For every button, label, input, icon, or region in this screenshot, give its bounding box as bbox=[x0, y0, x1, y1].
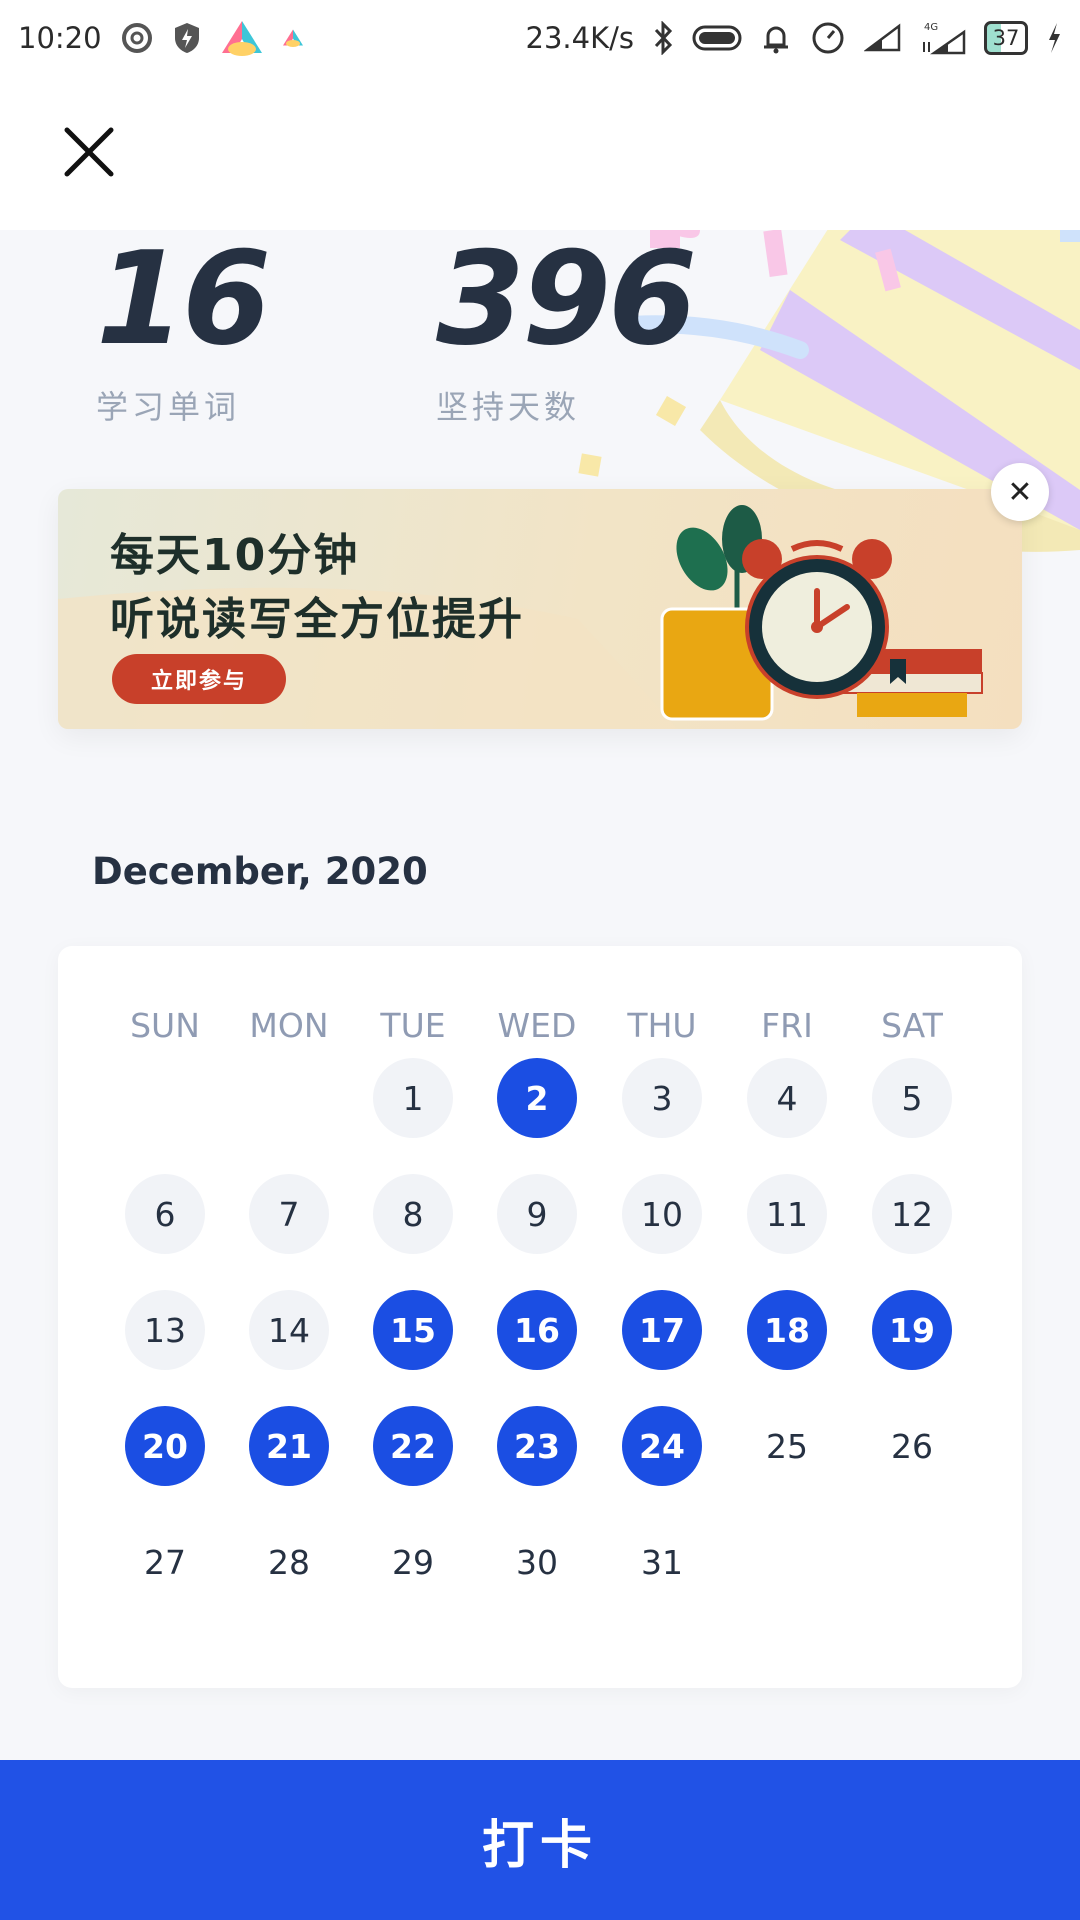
words-label: 学习单词 bbox=[96, 388, 241, 426]
status-left: 10:20 bbox=[18, 19, 304, 57]
calendar-day-18[interactable]: 18 bbox=[747, 1290, 827, 1370]
calendar-day-1[interactable]: 1 bbox=[373, 1058, 453, 1138]
header bbox=[0, 75, 1080, 230]
shield-icon bbox=[172, 21, 202, 55]
calendar-day-5[interactable]: 5 bbox=[872, 1058, 952, 1138]
calendar-day-10[interactable]: 10 bbox=[622, 1174, 702, 1254]
calendar-day-31[interactable]: 31 bbox=[622, 1522, 702, 1602]
calendar-day-17[interactable]: 17 bbox=[622, 1290, 702, 1370]
net-speed: 23.4K/s bbox=[525, 20, 634, 55]
calendar-day-24[interactable]: 24 bbox=[622, 1406, 702, 1486]
app-logo-small-icon bbox=[282, 28, 304, 48]
weekday-fri: FRI bbox=[761, 1006, 813, 1045]
calendar-day-2[interactable]: 2 bbox=[497, 1058, 577, 1138]
banner-close-button[interactable]: ✕ bbox=[991, 463, 1049, 521]
alarm-clock-icon bbox=[810, 20, 846, 56]
calendar-day-8[interactable]: 8 bbox=[373, 1174, 453, 1254]
words-stat: 16 学习单词 bbox=[96, 230, 271, 428]
calendar-day-22[interactable]: 22 bbox=[373, 1406, 453, 1486]
close-icon bbox=[64, 127, 114, 177]
weekday-sun: SUN bbox=[130, 1006, 200, 1045]
weekday-tue: TUE bbox=[380, 1006, 446, 1045]
weekday-sat: SAT bbox=[881, 1006, 943, 1045]
status-right: 23.4K/s 4G 37 bbox=[526, 20, 1062, 56]
calendar-day-12[interactable]: 12 bbox=[872, 1174, 952, 1254]
calendar-day-15[interactable]: 15 bbox=[373, 1290, 453, 1370]
banner-headline-2: 听说读写全方位提升 bbox=[110, 594, 524, 645]
signal-icon bbox=[864, 23, 902, 53]
calendar-day-3[interactable]: 3 bbox=[622, 1058, 702, 1138]
words-count: 16 bbox=[96, 230, 271, 374]
calendar-day-19[interactable]: 19 bbox=[872, 1290, 952, 1370]
calendar-day-7[interactable]: 7 bbox=[249, 1174, 329, 1254]
calendar-day-25[interactable]: 25 bbox=[747, 1406, 827, 1486]
calendar-day-30[interactable]: 30 bbox=[497, 1522, 577, 1602]
calendar-day-29[interactable]: 29 bbox=[373, 1522, 453, 1602]
join-now-button[interactable]: 立即参与 bbox=[112, 654, 286, 704]
status-time: 10:20 bbox=[18, 20, 102, 55]
bluetooth-icon bbox=[652, 20, 674, 55]
calendar-day-9[interactable]: 9 bbox=[497, 1174, 577, 1254]
close-button[interactable] bbox=[62, 125, 116, 179]
app-logo-icon bbox=[220, 19, 264, 57]
calendar-day-23[interactable]: 23 bbox=[497, 1406, 577, 1486]
calendar-day-20[interactable]: 20 bbox=[125, 1406, 205, 1486]
svg-text:4G: 4G bbox=[924, 22, 938, 33]
calendar-day-16[interactable]: 16 bbox=[497, 1290, 577, 1370]
battery-indicator: 37 bbox=[984, 20, 1028, 55]
banner-headline-1: 每天10分钟 bbox=[110, 530, 360, 581]
check-in-button[interactable]: 打卡 bbox=[0, 1760, 1080, 1920]
toggle-icon bbox=[692, 23, 742, 53]
days-count: 396 bbox=[436, 230, 697, 374]
calendar-day-14[interactable]: 14 bbox=[249, 1290, 329, 1370]
calendar-day-26[interactable]: 26 bbox=[872, 1406, 952, 1486]
signal-4g-icon: 4G bbox=[920, 20, 966, 56]
calendar-day-21[interactable]: 21 bbox=[249, 1406, 329, 1486]
calendar-day-6[interactable]: 6 bbox=[125, 1174, 205, 1254]
alarm-bell-icon bbox=[760, 21, 792, 55]
calendar-day-28[interactable]: 28 bbox=[249, 1522, 329, 1602]
days-label: 坚持天数 bbox=[436, 388, 581, 426]
calendar-day-13[interactable]: 13 bbox=[125, 1290, 205, 1370]
netease-music-icon bbox=[120, 21, 154, 55]
weekday-thu: THU bbox=[627, 1006, 697, 1045]
weekday-mon: MON bbox=[249, 1006, 329, 1045]
calendar-day-4[interactable]: 4 bbox=[747, 1058, 827, 1138]
weekday-wed: WED bbox=[497, 1006, 577, 1045]
charging-icon bbox=[1046, 21, 1062, 55]
promo-banner[interactable]: 每天10分钟 听说读写全方位提升 立即参与 bbox=[58, 489, 1022, 729]
close-icon: ✕ bbox=[1007, 474, 1033, 510]
calendar-day-27[interactable]: 27 bbox=[125, 1522, 205, 1602]
status-bar: 10:20 23.4K/s 4G 37 bbox=[0, 0, 1080, 75]
weekday-row: SUN MON TUE WED THU FRI SAT bbox=[58, 1006, 1022, 1056]
days-stat: 396 坚持天数 bbox=[436, 230, 697, 428]
alarm-clock-illustration bbox=[660, 505, 983, 721]
calendar: SUN MON TUE WED THU FRI SAT 1 2 3 4 5 6 7 8 9 10 11 12 13 1… bbox=[58, 946, 1022, 1688]
calendar-day-11[interactable]: 11 bbox=[747, 1174, 827, 1254]
month-label: December, 2020 bbox=[92, 850, 428, 893]
